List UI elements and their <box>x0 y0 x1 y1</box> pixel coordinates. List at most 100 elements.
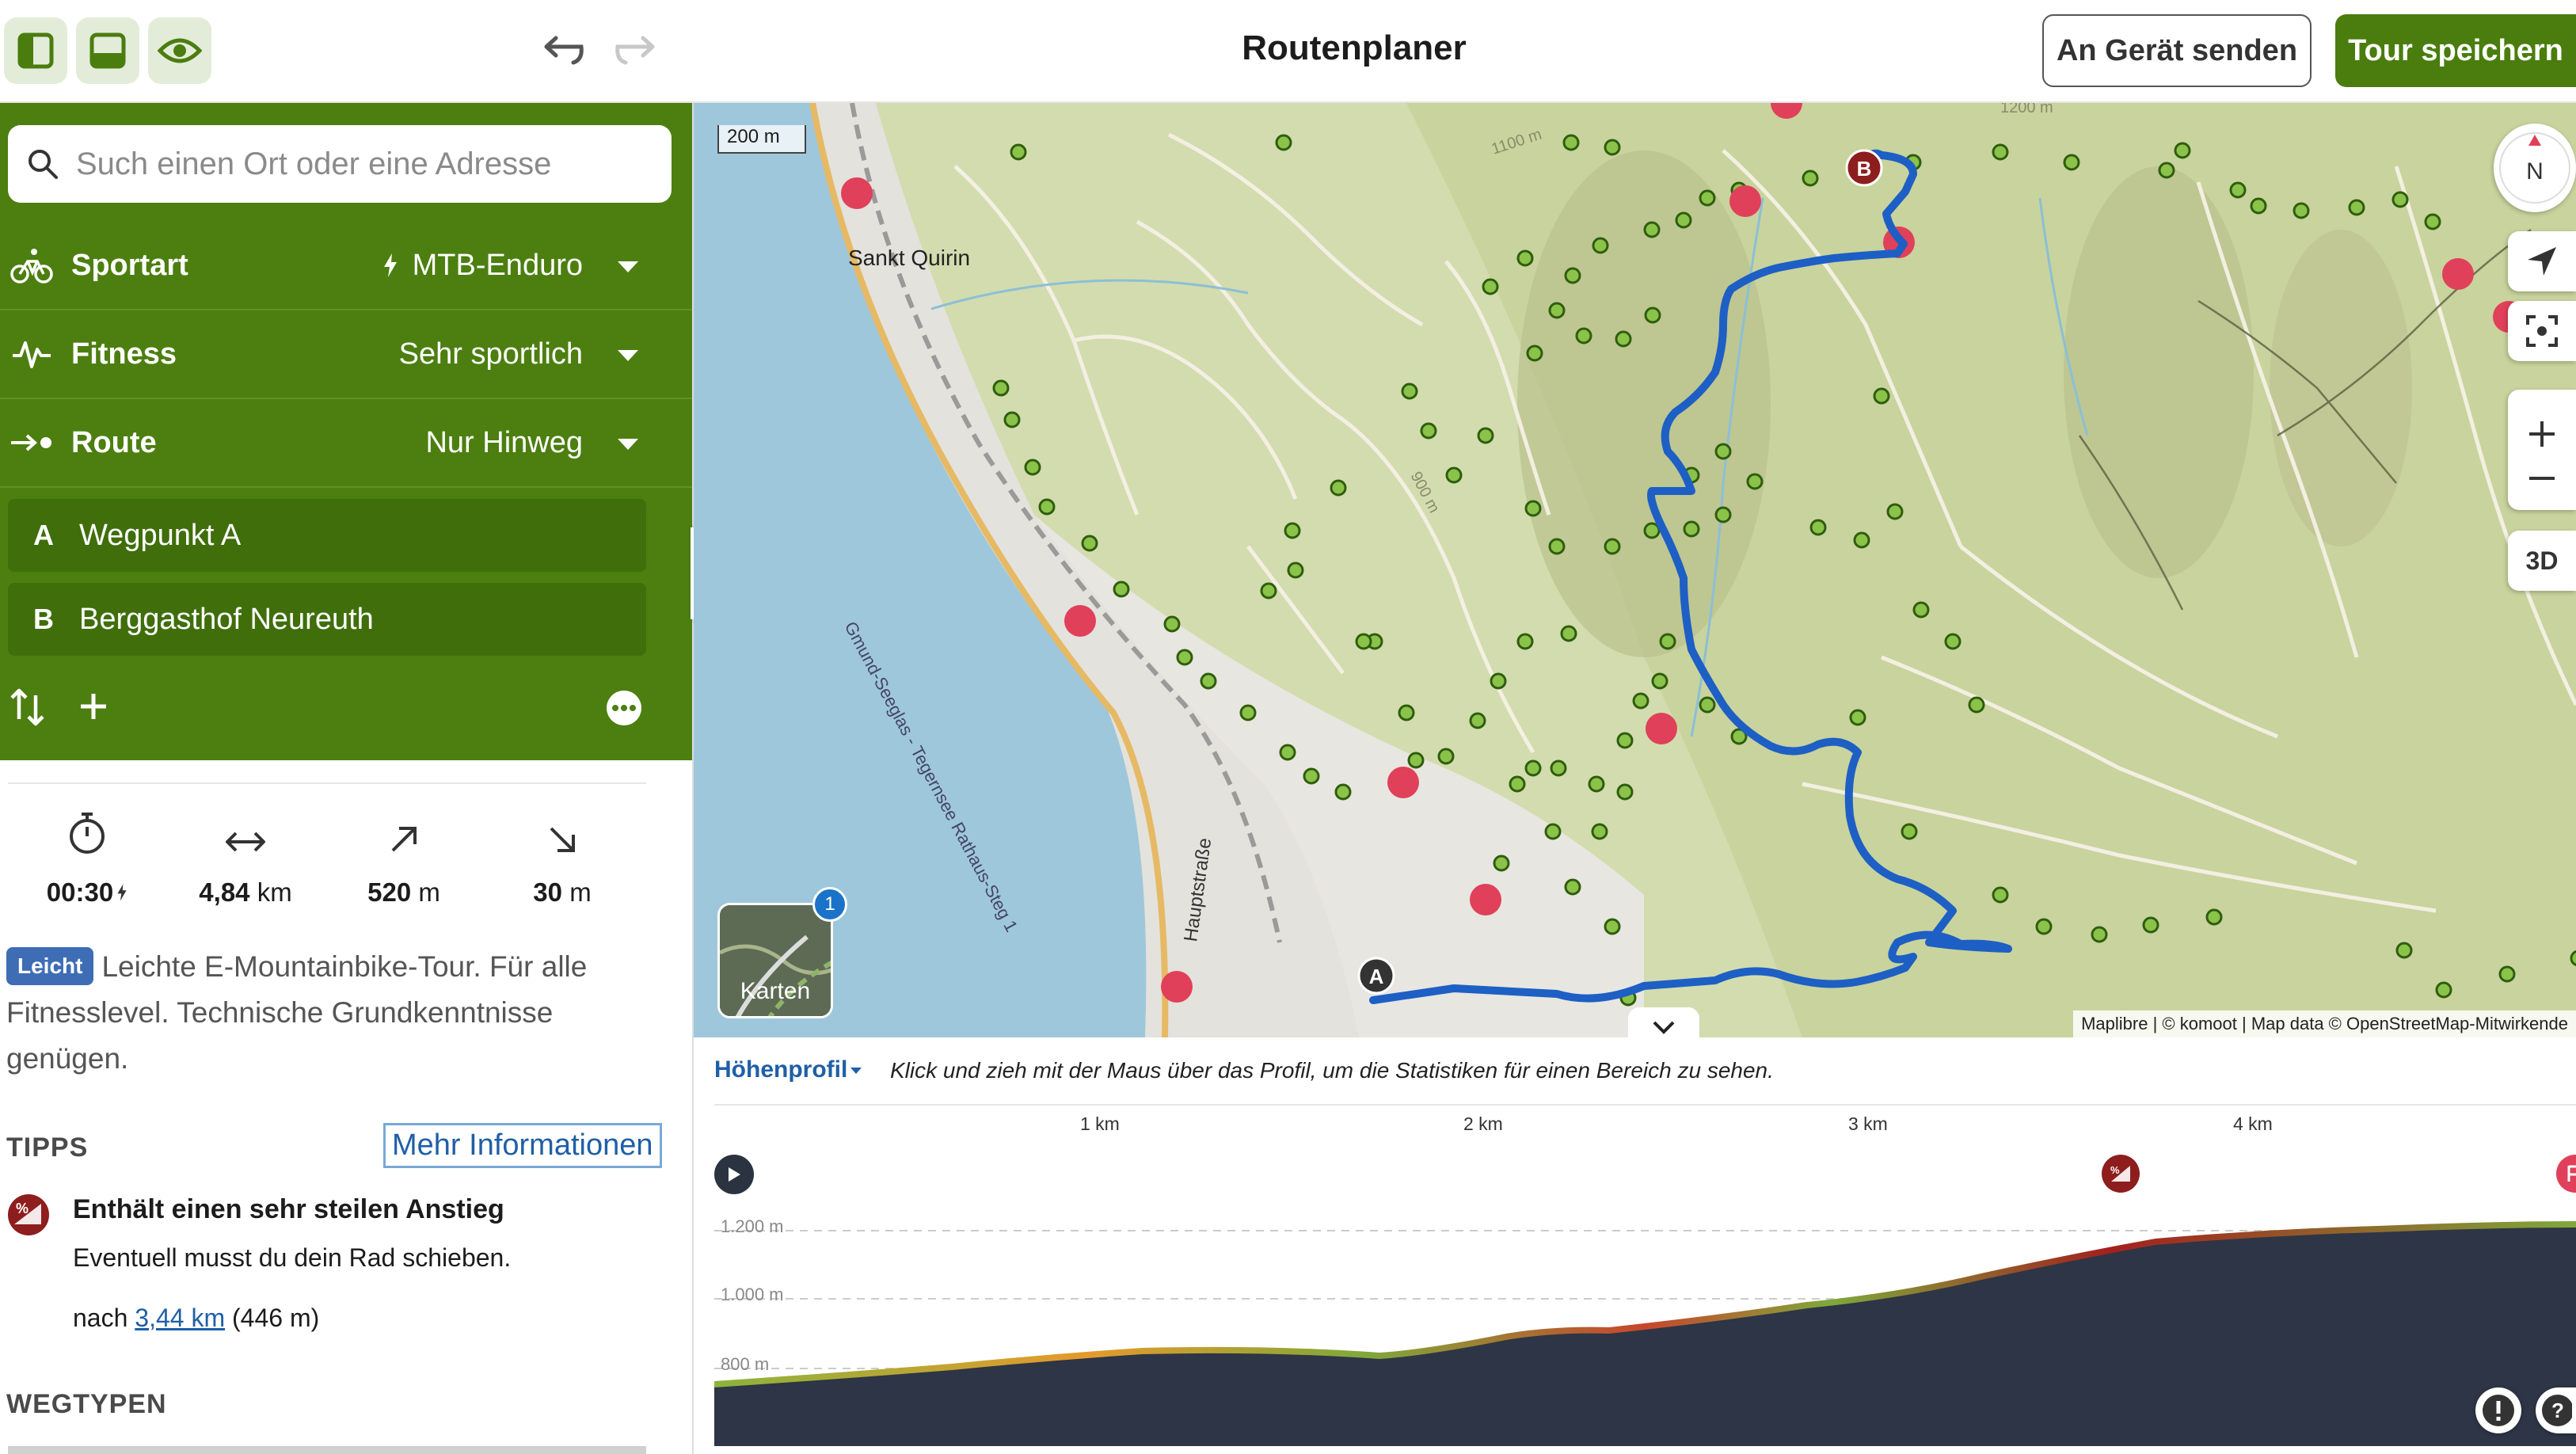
waypoint-b[interactable]: B Berggasthof Neureuth <box>8 583 646 656</box>
fitness-select[interactable]: Fitness Sehr sportlich <box>0 310 692 399</box>
destination-marker[interactable] <box>2556 1155 2576 1193</box>
arrow-up-right-icon <box>391 827 417 852</box>
tip-title: Enthält einen sehr steilen Anstieg <box>73 1194 504 1224</box>
layers-count-badge: 1 <box>812 887 847 922</box>
electric-bolt-icon <box>383 253 397 277</box>
route-type-value: Nur Hinweg <box>425 425 583 459</box>
save-tour-button[interactable]: Tour speichern <box>2335 14 2576 87</box>
navigation-arrow-icon <box>2528 247 2556 276</box>
distance-value: 4,84 <box>199 877 250 907</box>
altitude-tick: 800 m <box>721 1354 770 1374</box>
tip-subtitle: Eventuell musst du dein Rad schieben. <box>73 1243 512 1272</box>
undo-icon <box>544 36 584 65</box>
toggle-sidebar-button[interactable] <box>4 17 67 84</box>
waypoint-letter: B <box>33 603 54 635</box>
svg-text:%: % <box>16 1201 29 1216</box>
3d-toggle-button[interactable]: 3D <box>2508 531 2576 591</box>
add-waypoint-icon[interactable] <box>78 691 109 722</box>
chevron-down-icon <box>618 261 638 272</box>
zoom-in-icon[interactable] <box>2526 418 2558 450</box>
play-route-button[interactable] <box>714 1155 754 1194</box>
svg-text:N: N <box>2526 158 2544 185</box>
search-input[interactable] <box>76 146 646 182</box>
more-information-link[interactable]: Mehr Informationen <box>383 1123 662 1168</box>
waypoint-toolbar <box>0 673 692 737</box>
km-tick: 3 km <box>1848 1113 1888 1134</box>
top-toolbar: Routenplaner An Gerät senden Tour speich… <box>0 0 2576 103</box>
fitness-label: Fitness <box>71 337 177 371</box>
toggle-profile-button[interactable] <box>76 17 139 84</box>
tip-location: nach 3,44 km (446 m) <box>73 1304 320 1332</box>
map-view[interactable]: 1100 m 900 m 1200 m Sankt Quirin Gmund-S… <box>694 103 2576 1037</box>
fit-route-button[interactable] <box>2508 301 2576 361</box>
km-tick: 1 km <box>1080 1113 1120 1134</box>
route-settings-panel: Sportart MTB-Enduro Fitness Sehr sportli… <box>0 103 692 760</box>
descent-stat: 30 m <box>483 784 641 942</box>
bike-icon <box>10 249 53 284</box>
difficulty-description: Leicht Leichte E-Mountainbike-Tour. Für a… <box>6 944 640 1082</box>
ascent-stat: 520 m <box>325 784 483 942</box>
waypoint-letter: A <box>33 519 54 551</box>
distance-unit: km <box>257 877 292 907</box>
undo-button[interactable] <box>535 24 591 79</box>
elevation-profile[interactable]: Höhenprofil Klick und zieh mit der Maus … <box>694 1037 2576 1454</box>
feedback-button[interactable] <box>2475 1387 2521 1433</box>
help-button[interactable]: ? <box>2536 1387 2576 1433</box>
svg-text:%: % <box>2110 1164 2120 1176</box>
steep-climb-icon: % <box>8 1194 49 1235</box>
svg-text:1200 m: 1200 m <box>2000 103 2053 116</box>
compass-button[interactable]: N <box>2494 124 2576 212</box>
place-label: Sankt Quirin <box>848 246 970 270</box>
waypoint-name: Wegpunkt A <box>79 518 242 552</box>
sport-type-select[interactable]: Sportart MTB-Enduro <box>0 222 692 310</box>
duration-value: 00:30 <box>46 877 114 907</box>
map-layers-button[interactable]: Karten <box>717 903 833 1018</box>
bottom-panel-icon <box>89 32 126 69</box>
zoom-out-icon[interactable] <box>2526 475 2558 481</box>
zoom-control <box>2508 390 2576 510</box>
one-way-arrow-icon <box>11 434 51 451</box>
difficulty-badge: Leicht <box>6 947 94 985</box>
waypoint-name: Berggasthof Neureuth <box>79 602 374 636</box>
help-icon: ? <box>2541 1395 2572 1426</box>
tip-distance-link[interactable]: 3,44 km <box>135 1304 225 1332</box>
elevation-chart <box>714 1221 2576 1446</box>
chevron-down-icon <box>618 350 638 361</box>
pulse-icon <box>13 341 51 368</box>
elevation-title[interactable]: Höhenprofil <box>714 1056 847 1083</box>
descent-value: 30 <box>533 877 563 907</box>
waypoint-a[interactable]: A Wegpunkt A <box>8 499 646 572</box>
collapse-profile-button[interactable] <box>1628 1007 1699 1037</box>
tips-heading: TIPPS <box>6 1132 89 1163</box>
fit-bounds-icon <box>2526 315 2558 347</box>
search-box[interactable] <box>8 125 672 203</box>
km-tick: 2 km <box>1463 1113 1503 1134</box>
chevron-down-icon <box>1653 1021 1675 1034</box>
descent-unit: m <box>569 877 592 907</box>
ascent-value: 520 <box>367 877 412 907</box>
steep-climb-marker[interactable]: % <box>2102 1155 2140 1193</box>
route-type-select[interactable]: Route Nur Hinweg <box>0 399 692 488</box>
altitude-tick: 1.200 m <box>721 1216 784 1236</box>
duration-stat: 00:30 <box>8 784 166 942</box>
route-type-label: Route <box>71 425 157 459</box>
page-title: Routenplaner <box>1242 29 1467 67</box>
play-icon <box>729 1167 740 1182</box>
chevron-down-icon[interactable] <box>850 1068 862 1074</box>
more-options-icon[interactable] <box>605 689 643 727</box>
toggle-view-button[interactable] <box>148 17 211 84</box>
svg-text:?: ? <box>2551 1399 2564 1422</box>
way-types-heading: WEGTYPEN <box>6 1389 167 1419</box>
redo-button[interactable] <box>608 24 664 79</box>
locate-me-button[interactable] <box>2508 231 2576 291</box>
send-to-device-button[interactable]: An Gerät senden <box>2042 14 2312 87</box>
topographic-map: 1100 m 900 m 1200 m Sankt Quirin Gmund-S… <box>694 103 2576 1037</box>
distance-arrows-icon <box>226 832 265 852</box>
search-icon <box>29 150 58 179</box>
sport-type-value: MTB-Enduro <box>412 248 583 282</box>
alert-icon <box>2483 1395 2514 1426</box>
km-tick: 4 km <box>2233 1113 2273 1134</box>
reverse-route-icon[interactable] <box>10 687 46 727</box>
way-types-bar <box>8 1446 646 1454</box>
map-layers-label: Karten <box>740 978 811 1004</box>
